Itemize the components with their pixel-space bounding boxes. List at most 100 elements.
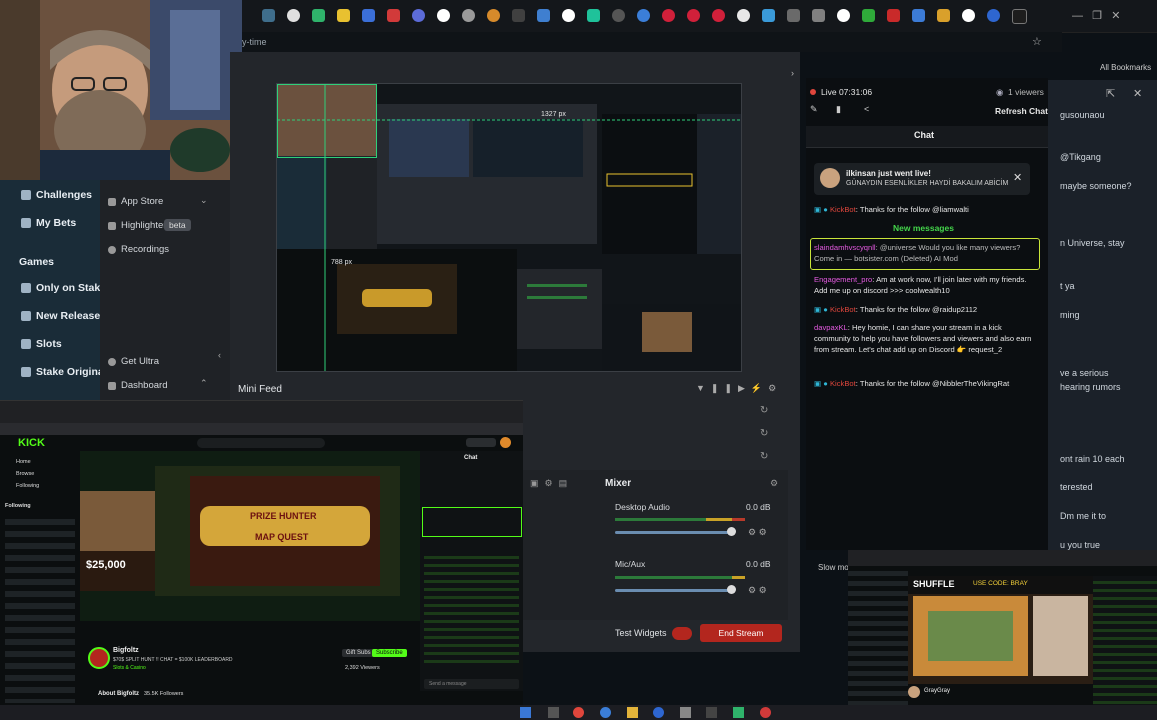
dock-get-ultra[interactable]: Get Ultra <box>121 356 159 367</box>
stream-category[interactable]: Slots & Casino <box>113 665 146 671</box>
all-bookmarks[interactable]: All Bookmarks <box>1100 63 1151 72</box>
following-list[interactable] <box>848 566 908 705</box>
collapse-arrow-icon[interactable]: ‹ <box>218 350 221 360</box>
obs-preview-canvas[interactable]: 1327 px 788 px <box>276 83 742 372</box>
tab-icon[interactable] <box>412 9 425 22</box>
taskbar-app-icon[interactable] <box>548 707 559 718</box>
mic-aux-gear-icon[interactable]: ⚙ ⚙ <box>748 585 767 596</box>
tab-icon[interactable] <box>262 9 275 22</box>
tab-icon[interactable] <box>637 9 650 22</box>
nav-slots[interactable]: Slots <box>36 338 62 350</box>
tab-icon[interactable] <box>662 9 675 22</box>
get-kicks-button[interactable] <box>466 438 496 447</box>
refresh-icon[interactable]: ↻ <box>760 428 768 439</box>
tab-icon[interactable] <box>912 9 925 22</box>
chevron-up-icon[interactable]: ⌃ <box>200 378 208 389</box>
nav-my-bets[interactable]: My Bets <box>36 217 76 229</box>
following-list[interactable] <box>5 513 75 703</box>
user-avatar[interactable] <box>500 437 511 448</box>
tab-icon[interactable] <box>362 9 375 22</box>
dock-recordings[interactable]: Recordings <box>121 244 169 255</box>
bookmark-star-icon[interactable]: ☆ <box>1032 35 1042 48</box>
tab-icon[interactable] <box>462 9 475 22</box>
kick-nav-following[interactable]: Following <box>16 483 39 489</box>
mic-aux-slider-handle[interactable] <box>727 585 736 594</box>
gift-icon[interactable]: ▮ <box>836 104 841 115</box>
share-icon[interactable]: < <box>864 104 869 114</box>
tab-icon[interactable] <box>962 9 975 22</box>
address-bar[interactable]: y-time ☆ <box>242 32 1062 52</box>
test-widgets-button[interactable]: Test Widgets <box>615 628 667 638</box>
pencil-icon[interactable]: ✎ <box>810 104 818 115</box>
tab-icon[interactable] <box>687 9 700 22</box>
refresh-chat-button[interactable]: Refresh Chat <box>995 106 1048 116</box>
desktop-audio-slider[interactable] <box>615 531 735 534</box>
nav-only-on-stake[interactable]: Only on Stake <box>36 282 106 294</box>
tab-icon[interactable] <box>862 9 875 22</box>
chrome-icon[interactable] <box>573 707 584 718</box>
folder-icon[interactable] <box>627 707 638 718</box>
tab-icon[interactable] <box>387 9 400 22</box>
channel-name[interactable]: GrayGray <box>924 688 950 694</box>
desktop-audio-slider-handle[interactable] <box>727 527 736 536</box>
tab-icon[interactable] <box>837 9 850 22</box>
tab-icon[interactable] <box>437 9 450 22</box>
tab-icon[interactable] <box>737 9 750 22</box>
window-controls[interactable]: — ❐ ✕ <box>1072 9 1120 22</box>
taskbar-app-icon[interactable] <box>760 707 771 718</box>
tab-icon[interactable] <box>1012 9 1027 24</box>
taskbar-app-icon[interactable] <box>706 707 717 718</box>
nav-new-releases[interactable]: New Releases <box>36 310 106 322</box>
close-icon[interactable]: ✕ <box>1013 171 1022 184</box>
tab-icon[interactable] <box>762 9 775 22</box>
mic-aux-slider[interactable] <box>615 589 735 592</box>
chat-username[interactable]: slaindamhvscyqnll <box>814 243 876 252</box>
dock-app-store[interactable]: App Store <box>121 196 163 207</box>
chevron-down-icon[interactable]: ⌄ <box>200 195 208 206</box>
video-player[interactable]: SHUFFLE USE CODE: BRAY <box>908 576 1093 684</box>
mixer-toolbar-icons[interactable]: ▣⚙▤ <box>530 478 573 489</box>
mixer-settings-icon[interactable]: ⚙ <box>770 478 778 489</box>
mini-feed-controls[interactable]: ▼❚❚▶⚡⚙ <box>696 383 782 394</box>
popout-icon[interactable]: ⇱ <box>1106 87 1115 100</box>
tab-icon[interactable] <box>562 9 575 22</box>
tab-icon[interactable] <box>987 9 1000 22</box>
taskbar-app-icon[interactable] <box>680 707 691 718</box>
kick-logo[interactable]: KICK <box>18 437 45 449</box>
channel-avatar[interactable] <box>908 686 920 698</box>
chat-username[interactable]: davpaxKL <box>814 323 848 332</box>
kick-nav-browse[interactable]: Browse <box>16 471 34 477</box>
nav-challenges[interactable]: Challenges <box>36 189 92 201</box>
tab-icon[interactable] <box>312 9 325 22</box>
end-stream-button[interactable]: End Stream <box>700 624 782 642</box>
tab-icon[interactable] <box>337 9 350 22</box>
desktop-audio-gear-icon[interactable]: ⚙ ⚙ <box>748 527 767 538</box>
chat-username[interactable]: KickBot <box>830 379 856 388</box>
dock-dashboard[interactable]: Dashboard <box>121 380 167 391</box>
tab-icon[interactable] <box>937 9 950 22</box>
edge-icon[interactable] <box>600 707 611 718</box>
chat-username[interactable]: KickBot <box>830 205 856 214</box>
tab-icon[interactable] <box>537 9 550 22</box>
refresh-icon[interactable]: ↻ <box>760 451 768 462</box>
channel-avatar[interactable] <box>88 647 110 669</box>
tab-icon[interactable] <box>487 9 500 22</box>
subscribe-button[interactable]: Subscribe <box>372 649 407 657</box>
kick-nav-home[interactable]: Home <box>16 459 31 465</box>
tab-icon[interactable] <box>512 9 525 22</box>
chat-username[interactable]: KickBot <box>830 305 856 314</box>
gift-subs-button[interactable]: Gift Subs <box>342 649 375 657</box>
tab-icon[interactable] <box>587 9 600 22</box>
tab-icon[interactable] <box>787 9 800 22</box>
dock-highlighter[interactable]: Highlighter <box>121 220 166 231</box>
kick-search-input[interactable] <box>197 438 325 448</box>
kick-video-player[interactable]: PRIZE HUNTER MAP QUEST $25,000 <box>80 451 420 621</box>
selected-source-outline[interactable] <box>277 84 377 158</box>
taskbar-app-icon[interactable] <box>733 707 744 718</box>
test-widgets-toggle[interactable] <box>672 627 692 640</box>
refresh-icon[interactable]: ↻ <box>760 405 768 416</box>
expand-arrow-icon[interactable]: › <box>791 68 794 78</box>
tab-icon[interactable] <box>612 9 625 22</box>
taskbar-app-icon[interactable] <box>653 707 664 718</box>
tab-icon[interactable] <box>712 9 725 22</box>
